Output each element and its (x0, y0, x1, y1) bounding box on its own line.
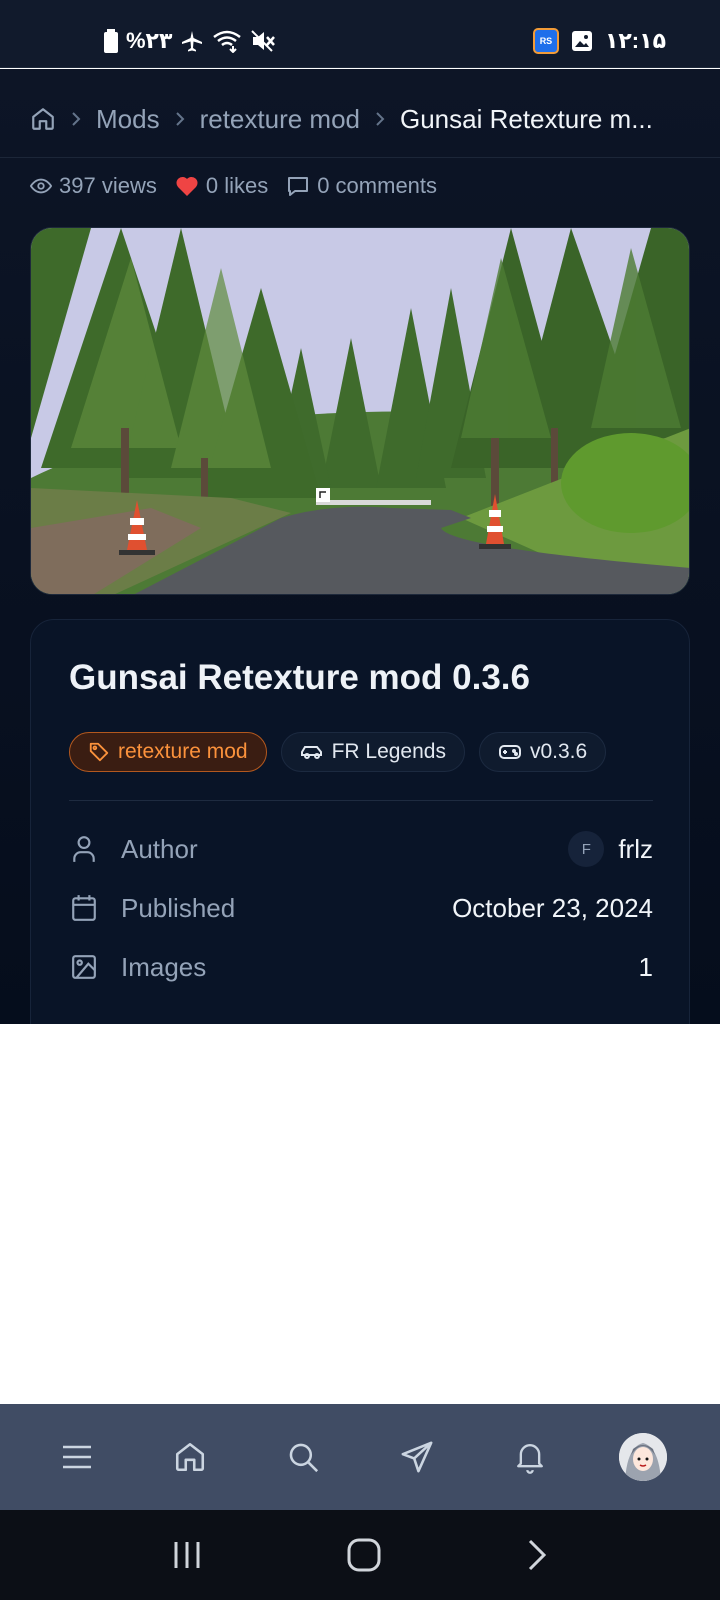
stats-row: 397 views 0 likes 0 comments (30, 173, 437, 199)
eye-icon (30, 175, 52, 197)
image-icon (69, 954, 99, 980)
gallery-icon (571, 30, 593, 52)
tag-list: retexture mod FR Legends v0.3.6 (69, 732, 607, 772)
mod-page: Mods retexture mod Gunsai Retexture m...… (0, 69, 720, 1024)
menu-icon[interactable] (47, 1427, 107, 1487)
gamepad-icon (498, 742, 522, 762)
breadcrumb-current: Gunsai Retexture m... (399, 103, 653, 134)
tag-version[interactable]: v0.3.6 (478, 732, 607, 772)
status-right: RS ۱۲:۱۵ (532, 28, 666, 54)
published-value: October 23, 2024 (452, 892, 653, 923)
author-row: Author F frlz (69, 829, 653, 869)
images-value: 1 (638, 951, 653, 982)
status-bar: %۲۳ RS ۱۲:۱۵ (0, 0, 720, 68)
images-row: Images 1 (69, 947, 653, 987)
breadcrumb: Mods retexture mod Gunsai Retexture m... (30, 99, 690, 139)
tag-icon (88, 741, 110, 763)
bell-icon[interactable] (500, 1427, 560, 1487)
card-divider (69, 800, 653, 801)
published-row: Published October 23, 2024 (69, 888, 653, 928)
views-count: 397 views (59, 173, 157, 198)
heart-icon[interactable] (175, 175, 199, 197)
chevron-right-icon (174, 110, 186, 128)
images-label: Images (121, 951, 207, 982)
send-icon[interactable] (387, 1427, 447, 1487)
breadcrumb-mods[interactable]: Mods (96, 104, 160, 135)
mod-info-card: Gunsai Retexture mod 0.3.6 retexture mod… (30, 619, 690, 1024)
breadcrumb-category[interactable]: retexture mod (200, 104, 360, 135)
calendar-icon (69, 894, 99, 922)
search-icon[interactable] (273, 1427, 333, 1487)
tag-game[interactable]: FR Legends (280, 732, 465, 772)
rs-app-icon: RS (532, 28, 559, 54)
tag-game-label: FR Legends (331, 740, 446, 763)
system-nav-bar (0, 1510, 720, 1600)
airplane-icon (180, 29, 204, 53)
comments-count: 0 comments (317, 173, 438, 198)
home-nav-icon[interactable] (160, 1427, 220, 1487)
bottom-nav (0, 1404, 720, 1510)
back-icon[interactable] (525, 1537, 549, 1573)
author-value[interactable]: F frlz (568, 831, 653, 867)
mod-title: Gunsai Retexture mod 0.3.6 (69, 658, 530, 697)
avatar (619, 1433, 668, 1481)
status-left: %۲۳ (104, 28, 276, 54)
breadcrumb-divider (0, 157, 720, 158)
likes-stat[interactable]: 0 likes (175, 173, 268, 199)
car-icon (300, 742, 324, 762)
home-button-icon[interactable] (346, 1537, 382, 1573)
comments-stat[interactable]: 0 comments (286, 173, 437, 199)
user-icon (69, 835, 99, 863)
author-label: Author (121, 833, 198, 864)
mod-screenshot[interactable] (30, 227, 690, 595)
views-stat: 397 views (30, 173, 157, 199)
author-name[interactable]: frlz (618, 834, 653, 865)
home-icon[interactable] (30, 106, 56, 132)
game-scene-image (31, 228, 689, 594)
comment-icon (286, 175, 310, 197)
clock: ۱۲:۱۵ (604, 28, 666, 53)
author-avatar: F (568, 831, 605, 867)
wifi-icon (212, 29, 242, 53)
chevron-right-icon (374, 110, 386, 128)
chevron-right-icon (70, 110, 82, 128)
published-label: Published (121, 892, 236, 923)
profile-avatar[interactable] (613, 1427, 673, 1487)
mute-icon (250, 29, 276, 53)
tag-category-label: retexture mod (118, 740, 248, 763)
battery-percent: %۲۳ (126, 28, 173, 53)
tag-category[interactable]: retexture mod (69, 732, 267, 772)
likes-count: 0 likes (205, 173, 269, 198)
recent-apps-icon[interactable] (171, 1539, 203, 1571)
battery-icon (104, 29, 118, 53)
tag-version-label: v0.3.6 (529, 740, 588, 763)
